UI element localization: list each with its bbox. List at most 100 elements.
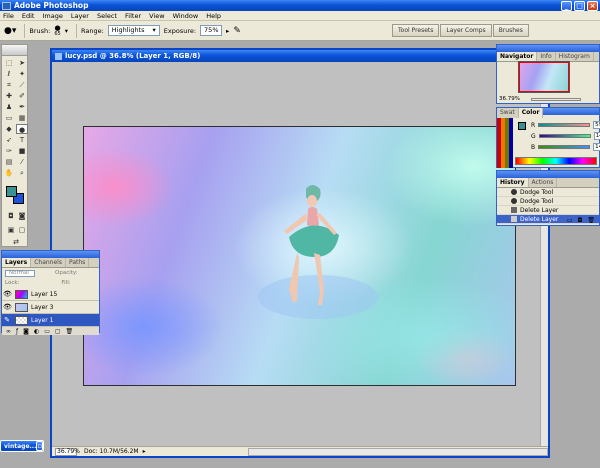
document-title-bar[interactable]: lucy.psd @ 36.8% (Layer 1, RGB/8) _ □ ×: [52, 50, 548, 62]
full-screen-mode-icon[interactable]: ▢: [16, 225, 28, 235]
well-tool-presets[interactable]: Tool Presets: [392, 24, 440, 37]
color-b-slider[interactable]: [538, 145, 591, 149]
toolbox-header[interactable]: [2, 45, 27, 56]
quick-mask-mode-icon[interactable]: ◙: [16, 211, 28, 221]
tab-info[interactable]: Info: [537, 52, 556, 61]
layer-row-selected[interactable]: ✎ Layer 1: [2, 314, 99, 327]
status-menu-icon[interactable]: ▸: [143, 448, 146, 455]
brush-tool-icon[interactable]: ✐: [16, 91, 28, 101]
palette-header[interactable]: [497, 45, 599, 52]
navigator-zoom[interactable]: 36.79%: [499, 96, 520, 102]
canvas-area[interactable]: [52, 62, 548, 446]
adjustment-layer-icon[interactable]: ◐: [34, 328, 39, 335]
lasso-tool-icon[interactable]: ℓ: [3, 69, 15, 79]
color-r-value[interactable]: 59: [593, 121, 600, 129]
new-document-icon[interactable]: ▭: [567, 217, 573, 224]
tab-channels[interactable]: Channels: [31, 258, 66, 267]
blur-tool-icon[interactable]: ◆: [3, 124, 15, 134]
hand-tool-icon[interactable]: ✋: [3, 168, 15, 178]
path-select-tool-icon[interactable]: ➶: [3, 135, 15, 145]
menu-edit[interactable]: Edit: [22, 12, 35, 20]
dodge-tool-icon[interactable]: ●: [16, 124, 28, 134]
menu-window[interactable]: Window: [173, 12, 199, 20]
menu-select[interactable]: Select: [97, 12, 117, 20]
slice-tool-icon[interactable]: ⟋: [16, 80, 28, 90]
zoom-tool-icon[interactable]: ⌕: [16, 168, 28, 178]
color-b-value[interactable]: 146: [593, 143, 600, 151]
menu-layer[interactable]: Layer: [71, 12, 89, 20]
range-select[interactable]: Highlights ▾: [107, 25, 160, 36]
healing-tool-icon[interactable]: ✚: [3, 91, 15, 101]
zoom-level-field[interactable]: 36.79%: [55, 447, 80, 456]
gradient-tool-icon[interactable]: ▦: [16, 113, 28, 123]
menu-file[interactable]: File: [3, 12, 14, 20]
document-size-info[interactable]: Doc: 10.7M/56.2M: [84, 448, 139, 455]
menu-image[interactable]: Image: [42, 12, 62, 20]
restore-icon[interactable]: ▫: [36, 441, 44, 451]
minimized-document-button[interactable]: vintage... ▫: [0, 440, 44, 452]
brush-picker[interactable]: ● 65: [54, 24, 60, 37]
layer-row[interactable]: 👁 Layer 15: [2, 288, 99, 301]
history-brush-tool-icon[interactable]: ✒: [16, 102, 28, 112]
tab-layers[interactable]: Layers: [2, 258, 32, 267]
close-button[interactable]: ×: [587, 0, 598, 11]
marquee-tool-icon[interactable]: ⬚: [3, 58, 15, 68]
tab-color[interactable]: Color: [518, 108, 544, 118]
link-layers-icon[interactable]: ∞: [6, 328, 11, 335]
brush-link-icon[interactable]: ✎: [3, 316, 11, 324]
new-group-icon[interactable]: ▭: [44, 328, 50, 335]
history-item[interactable]: Delete Layer: [497, 206, 599, 215]
layer-style-icon[interactable]: ƒ: [16, 328, 18, 335]
well-layer-comps[interactable]: Layer Comps: [440, 24, 492, 37]
type-tool-icon[interactable]: T: [16, 135, 28, 145]
eraser-tool-icon[interactable]: ▭: [3, 113, 15, 123]
magic-wand-tool-icon[interactable]: ✦: [16, 69, 28, 79]
navigator-zoom-slider[interactable]: [531, 98, 581, 101]
menu-filter[interactable]: Filter: [125, 12, 141, 20]
new-layer-icon[interactable]: ▢: [55, 328, 61, 335]
palette-header[interactable]: [497, 171, 599, 178]
new-snapshot-icon[interactable]: ◘: [578, 217, 583, 224]
imageready-icon[interactable]: ⇄: [10, 237, 22, 247]
tab-history[interactable]: History: [497, 178, 529, 187]
trash-icon[interactable]: 🗑: [66, 328, 74, 335]
stamp-tool-icon[interactable]: ♟: [3, 102, 15, 112]
tab-paths[interactable]: Paths: [66, 258, 90, 267]
brush-dropdown-icon[interactable]: ▾: [65, 27, 68, 35]
well-brushes[interactable]: Brushes: [492, 24, 529, 37]
eye-icon[interactable]: 👁: [3, 303, 12, 311]
minimize-button[interactable]: _: [561, 0, 572, 11]
tab-histogram[interactable]: Histogram: [556, 52, 594, 61]
tab-swatches[interactable]: Swat: [497, 108, 519, 118]
navigator-view-box[interactable]: [519, 62, 569, 92]
color-g-slider[interactable]: [538, 134, 591, 138]
shape-tool-icon[interactable]: ■: [16, 146, 28, 156]
color-spectrum-bar[interactable]: [515, 157, 597, 165]
history-item[interactable]: Dodge Tool: [497, 188, 599, 197]
exposure-field[interactable]: 75%: [200, 25, 223, 36]
notes-tool-icon[interactable]: ▤: [3, 157, 15, 167]
tab-actions[interactable]: Actions: [529, 178, 558, 187]
swatches-strip[interactable]: [497, 118, 513, 168]
layer-row[interactable]: 👁 Layer 3: [2, 301, 99, 314]
maximize-button[interactable]: □: [574, 0, 585, 11]
crop-tool-icon[interactable]: ⌗: [3, 80, 15, 90]
menu-view[interactable]: View: [149, 12, 164, 20]
image-canvas[interactable]: [83, 126, 516, 386]
eye-icon[interactable]: 👁: [3, 290, 12, 298]
fg-color-chip[interactable]: [518, 122, 526, 130]
horizontal-scrollbar[interactable]: [248, 447, 548, 456]
color-g-value[interactable]: 146: [593, 132, 600, 140]
dodge-tool-preset-icon[interactable]: ●▾: [4, 26, 16, 36]
blend-mode-select[interactable]: Normal: [5, 269, 35, 277]
color-r-slider[interactable]: [538, 123, 591, 127]
tab-navigator[interactable]: Navigator: [497, 52, 538, 61]
eyedropper-tool-icon[interactable]: ⁄: [16, 157, 28, 167]
pen-tool-icon[interactable]: ✑: [3, 146, 15, 156]
exposure-dropdown-icon[interactable]: ▸: [226, 27, 229, 35]
palette-header[interactable]: [2, 251, 99, 258]
layer-mask-icon[interactable]: ◙: [23, 328, 29, 335]
menu-help[interactable]: Help: [206, 12, 221, 20]
trash-icon[interactable]: 🗑: [587, 217, 595, 224]
airbrush-icon[interactable]: ✎: [233, 26, 241, 36]
